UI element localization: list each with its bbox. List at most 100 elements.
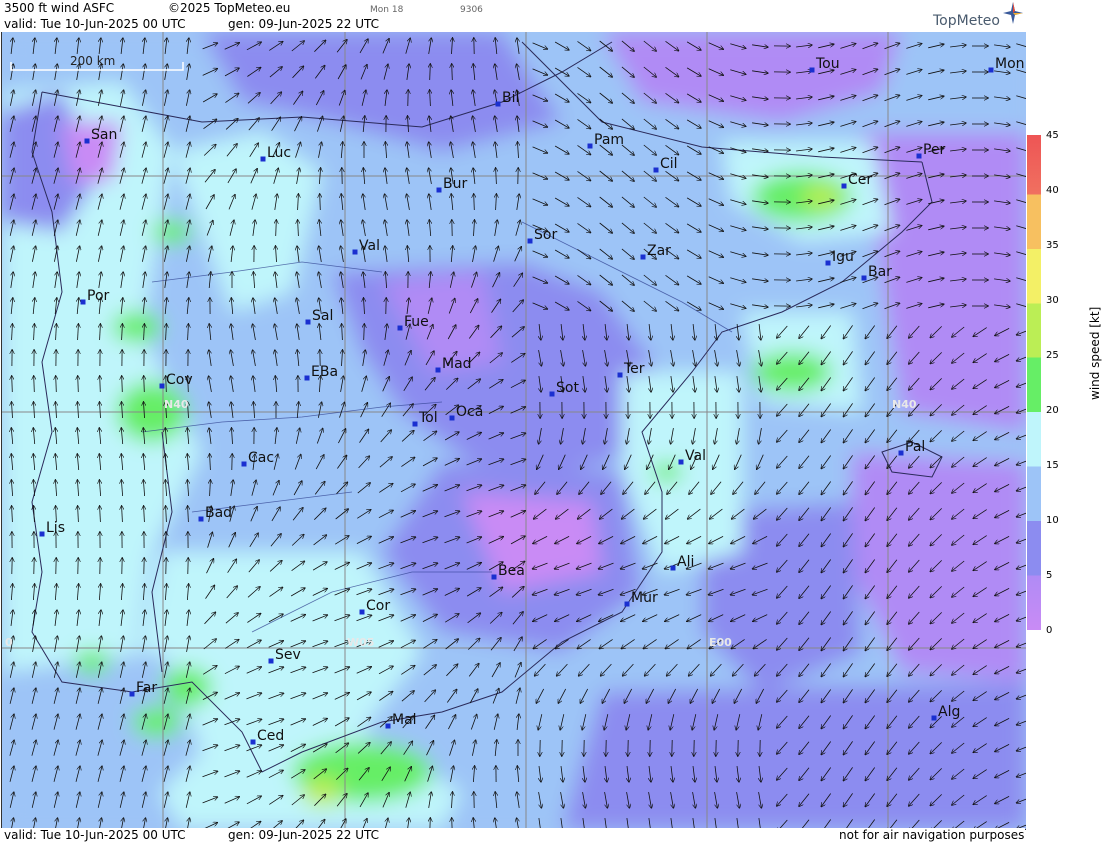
city-label: Bur [443,176,467,192]
city-marker [198,516,204,522]
city-marker [988,67,994,73]
legend-tick: 5 [1046,570,1053,581]
city-marker [825,260,831,266]
city-label: Cac [248,450,274,466]
city-marker [653,167,659,173]
compass-star-icon [1003,2,1023,24]
legend-tick: 30 [1046,295,1059,306]
city-marker [587,143,593,149]
grid-label-e00: E00 [709,636,732,649]
city-marker [640,254,646,260]
city-label: Ali [677,554,694,570]
city-marker [436,187,442,193]
city-marker [250,739,256,745]
city-label: Bar [868,264,892,280]
city-marker [412,421,418,427]
grid-label-n40-left: N40 [164,398,189,411]
city-label: Sev [275,647,301,663]
city-marker [385,723,391,729]
city-marker [449,415,455,421]
legend-tick: 10 [1046,515,1059,526]
topmeteo-logo: TopMeteo [925,2,1025,32]
city-marker [527,238,533,244]
city-label: Fue [404,314,429,330]
city-label: Mal [392,712,417,728]
grid-label-0: 0 [5,636,13,649]
city-label: Oca [456,404,483,420]
legend-tick: 20 [1046,405,1059,416]
city-label: Alg [938,704,960,720]
city-marker [916,153,922,159]
map-footer: valid: Tue 10-Jun-2025 00 UTC gen: 09-Ju… [0,828,1025,843]
header-code-1: Mon 18 [370,5,404,15]
city-marker [861,275,867,281]
grid-label-w05: W05 [347,636,374,649]
city-marker [129,691,135,697]
wind-speed-legend [1027,135,1041,630]
city-marker [491,574,497,580]
legend-tick: 35 [1046,240,1059,251]
legend-tick: 45 [1046,130,1059,141]
city-label: Val [685,448,706,464]
city-marker [678,459,684,465]
city-label: Lis [46,520,65,536]
logo-text: TopMeteo [933,13,1000,29]
city-marker [352,249,358,255]
city-label: Zar [647,243,671,259]
city-label: Mad [442,356,472,372]
city-label: EBa [311,364,338,380]
city-marker [304,375,310,381]
city-label: Por [87,288,110,304]
header-code-2: 9306 [460,5,483,15]
city-marker [841,183,847,189]
city-label: Luc [267,145,291,161]
product-title: 3500 ft wind ASFC [4,1,115,15]
city-label: Bea [498,563,525,579]
city-marker [397,325,403,331]
legend-tick: 15 [1046,460,1059,471]
city-marker [670,565,676,571]
city-marker [617,372,623,378]
city-label: Cov [166,372,193,388]
city-marker [241,461,247,467]
city-label: Sor [534,227,557,243]
city-label: Sal [312,308,333,324]
city-label: Ter [623,361,645,377]
legend-unit-label: wind speed [kt] [1088,306,1102,400]
city-label: Mur [631,590,658,606]
city-label: Cil [660,156,678,172]
city-label: Igu [832,249,854,265]
city-label: Pam [594,132,624,148]
city-label: Cer [848,172,872,188]
scale-label: 200 km [70,54,115,68]
city-marker [435,367,441,373]
city-label: Bad [205,505,232,521]
city-marker [39,531,45,537]
city-marker [305,319,311,325]
legend-tick: 40 [1046,185,1059,196]
wind-map[interactable]: N40 N40 W05 E00 0 200 km San Luc Bil Pam Cil… [1,32,1026,830]
city-label: Tol [418,410,438,426]
city-marker [495,101,501,107]
city-marker [624,601,630,607]
map-header: 3500 ft wind ASFC ©2025 TopMeteo.eu Mon … [0,0,1025,32]
city-marker [898,450,904,456]
generation-time: gen: 09-Jun-2025 22 UTC [228,17,380,31]
city-label: Val [359,238,380,254]
valid-time: valid: Tue 10-Jun-2025 00 UTC [4,17,186,31]
wind-map-canvas: N40 N40 W05 E00 0 200 km San Luc Bil Pam Cil… [2,32,1026,829]
city-label: Far [136,680,157,696]
city-marker [268,658,274,664]
city-label: Tou [815,56,840,72]
navigation-disclaimer: not for air navigation purposes [839,828,1025,842]
legend-tick: 0 [1046,625,1053,636]
copyright: ©2025 TopMeteo.eu [168,1,291,15]
city-label: Bil [502,90,519,106]
city-label: Pal [905,439,925,455]
city-label: Sot [556,380,579,396]
city-marker [84,138,90,144]
city-label: Cor [366,598,390,614]
city-marker [549,391,555,397]
city-marker [80,299,86,305]
city-marker [159,383,165,389]
